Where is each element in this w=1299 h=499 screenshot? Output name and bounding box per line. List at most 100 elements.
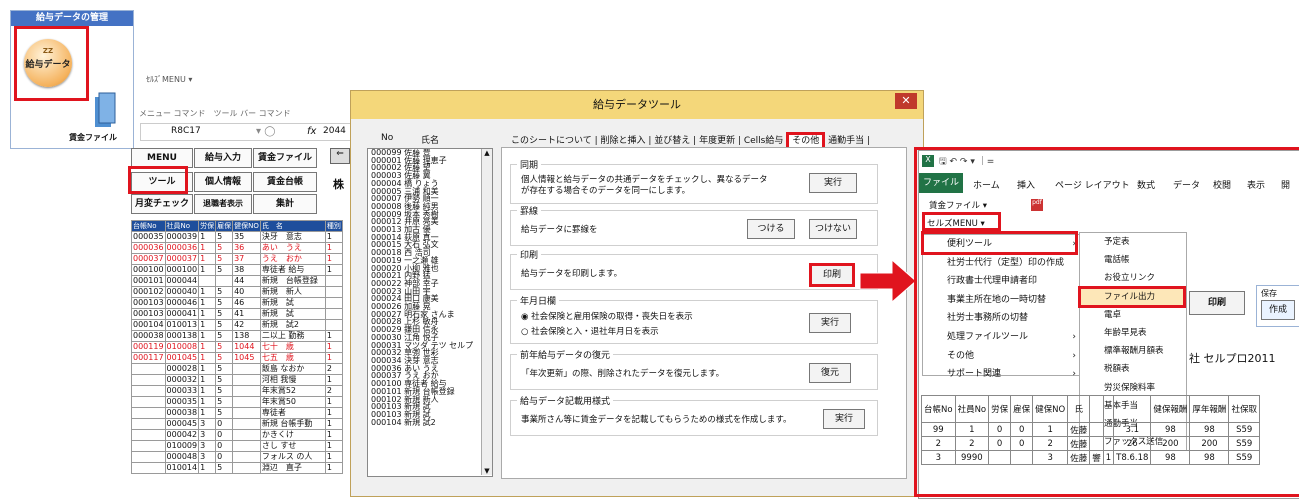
listbox-scrollbar[interactable]: ▲ ▼ <box>481 149 492 475</box>
table-cell[interactable]: 年末賞52 <box>259 385 326 397</box>
table-cell[interactable]: 1 <box>198 242 217 254</box>
table-cell[interactable] <box>324 308 343 320</box>
table-cell[interactable]: 1 <box>198 462 217 474</box>
table-cell[interactable]: 1 <box>198 363 217 375</box>
table-cell[interactable]: 新規 試 <box>259 308 326 320</box>
table-cell[interactable]: 1 <box>198 308 217 320</box>
table-cell[interactable]: 000117 <box>131 352 166 364</box>
table-cell[interactable]: 44 <box>232 275 261 287</box>
table-cell[interactable]: 138 <box>232 330 261 342</box>
table-cell[interactable]: 010008 <box>164 341 200 353</box>
table-cell[interactable]: 新規 試 <box>259 297 326 309</box>
table-cell[interactable]: 000044 <box>164 275 200 287</box>
table-cell[interactable]: 5 <box>215 462 234 474</box>
table-cell[interactable]: 5 <box>215 396 234 408</box>
close-icon[interactable]: ✕ <box>895 93 917 109</box>
radio-option-1[interactable]: ◉ 社会保険と雇用保険の取得・喪失日を表示 <box>521 310 693 322</box>
table-cell[interactable] <box>232 451 261 463</box>
table-cell[interactable]: 1 <box>198 374 217 386</box>
table-cell[interactable] <box>131 451 166 463</box>
chingin-file-button[interactable]: 賃金ファイル <box>253 148 317 168</box>
table-cell[interactable]: 0 <box>215 429 234 441</box>
table-cell[interactable]: 七十 歳 <box>259 341 326 353</box>
table-cell[interactable]: 000036 <box>164 242 200 254</box>
table-cell[interactable]: 新規 新人 <box>259 286 326 298</box>
table-cell[interactable] <box>131 396 166 408</box>
table-cell[interactable]: 5 <box>215 319 234 331</box>
table-cell[interactable] <box>324 286 343 298</box>
border-remove-button[interactable]: つけない <box>809 219 857 239</box>
table-cell[interactable]: 1045 <box>232 352 261 364</box>
table-cell[interactable]: 1 <box>198 385 217 397</box>
table-cell[interactable]: 3 <box>198 429 217 441</box>
table-cell[interactable] <box>232 440 261 452</box>
table-cell[interactable]: 新規 試2 <box>259 319 326 331</box>
table-cell[interactable] <box>324 297 343 309</box>
table-cell[interactable] <box>324 319 343 331</box>
table-cell[interactable]: 010014 <box>164 462 200 474</box>
table-cell[interactable] <box>232 363 261 375</box>
tab-commute[interactable]: 通勤手当 <box>828 136 864 146</box>
table-cell[interactable]: 5 <box>215 363 234 375</box>
table-cell[interactable]: 2 <box>324 363 343 375</box>
table-cell[interactable] <box>232 407 261 419</box>
table-cell[interactable]: 000038 <box>164 407 200 419</box>
print-button[interactable]: 印刷 <box>809 263 855 287</box>
table-cell[interactable]: 000037 <box>131 253 166 265</box>
table-cell[interactable]: 5 <box>215 264 234 276</box>
table-cell[interactable]: 000119 <box>131 341 166 353</box>
getsuhen-check-button[interactable]: 月変チェック <box>131 194 193 214</box>
table-cell[interactable]: 000036 <box>131 242 166 254</box>
cell-ref[interactable]: R8C17 <box>171 126 201 136</box>
table-cell[interactable]: 001045 <box>164 352 200 364</box>
table-cell[interactable]: 1 <box>198 352 217 364</box>
table-cell[interactable]: 010009 <box>164 440 200 452</box>
table-cell[interactable]: 1 <box>324 231 343 243</box>
table-cell[interactable]: 1 <box>324 396 343 408</box>
table-cell[interactable]: 0 <box>215 440 234 452</box>
table-cell[interactable]: 専徒者 給与 <box>259 264 326 276</box>
table-cell[interactable]: フォルス の人 <box>259 451 326 463</box>
table-cell[interactable]: 35 <box>232 231 261 243</box>
table-cell[interactable]: 000102 <box>131 286 166 298</box>
table-cell[interactable]: 1 <box>198 253 217 265</box>
table-cell[interactable]: 3 <box>198 440 217 452</box>
table-cell[interactable]: 41 <box>232 308 261 320</box>
table-cell[interactable] <box>131 374 166 386</box>
table-cell[interactable]: 000100 <box>164 264 200 276</box>
table-cell[interactable]: 飯島 なおか <box>259 363 326 375</box>
table-cell[interactable]: 010013 <box>164 319 200 331</box>
table-cell[interactable]: 000028 <box>164 363 200 375</box>
table-cell[interactable]: 1 <box>324 440 343 452</box>
table-cell[interactable]: 1 <box>324 418 343 430</box>
chingin-file-icon[interactable] <box>91 91 117 131</box>
table-cell[interactable]: 1 <box>324 451 343 463</box>
table-cell[interactable]: 1 <box>198 319 217 331</box>
table-cell[interactable]: 0 <box>215 418 234 430</box>
table-cell[interactable]: 1 <box>324 253 343 265</box>
table-cell[interactable] <box>198 275 217 287</box>
tab-cells[interactable]: Cells給与 <box>744 136 784 146</box>
table-cell[interactable]: 1 <box>198 286 217 298</box>
table-cell[interactable]: 5 <box>215 374 234 386</box>
employee-listbox[interactable]: 000099 佐藤 豊 000001 佐藤 理恵子 000002 佐藤 望 00000… <box>367 148 493 477</box>
table-cell[interactable]: 5 <box>215 407 234 419</box>
table-cell[interactable] <box>131 418 166 430</box>
table-cell[interactable]: さし すせ <box>259 440 326 452</box>
table-cell[interactable]: 5 <box>215 231 234 243</box>
table-cell[interactable]: かきくけ <box>259 429 326 441</box>
date-run-button[interactable]: 実行 <box>809 313 851 333</box>
table-cell[interactable]: 1 <box>324 341 343 353</box>
table-cell[interactable]: 専徒者 <box>259 407 326 419</box>
table-cell[interactable]: 0 <box>215 451 234 463</box>
table-cell[interactable]: 42 <box>232 319 261 331</box>
table-cell[interactable]: 000100 <box>131 264 166 276</box>
serus-menu-label[interactable]: ｾﾙｽﾞMENU ▾ <box>146 74 192 85</box>
taishoku-hyoji-button[interactable]: 退職者表示 <box>194 194 252 214</box>
table-cell[interactable]: 000103 <box>131 297 166 309</box>
table-cell[interactable]: 2 <box>324 385 343 397</box>
tab-about[interactable]: このシートについて <box>511 136 592 146</box>
table-cell[interactable]: 000101 <box>131 275 166 287</box>
list-item[interactable]: 000104 新規 試2 <box>368 418 492 427</box>
table-cell[interactable]: 000039 <box>164 231 200 243</box>
